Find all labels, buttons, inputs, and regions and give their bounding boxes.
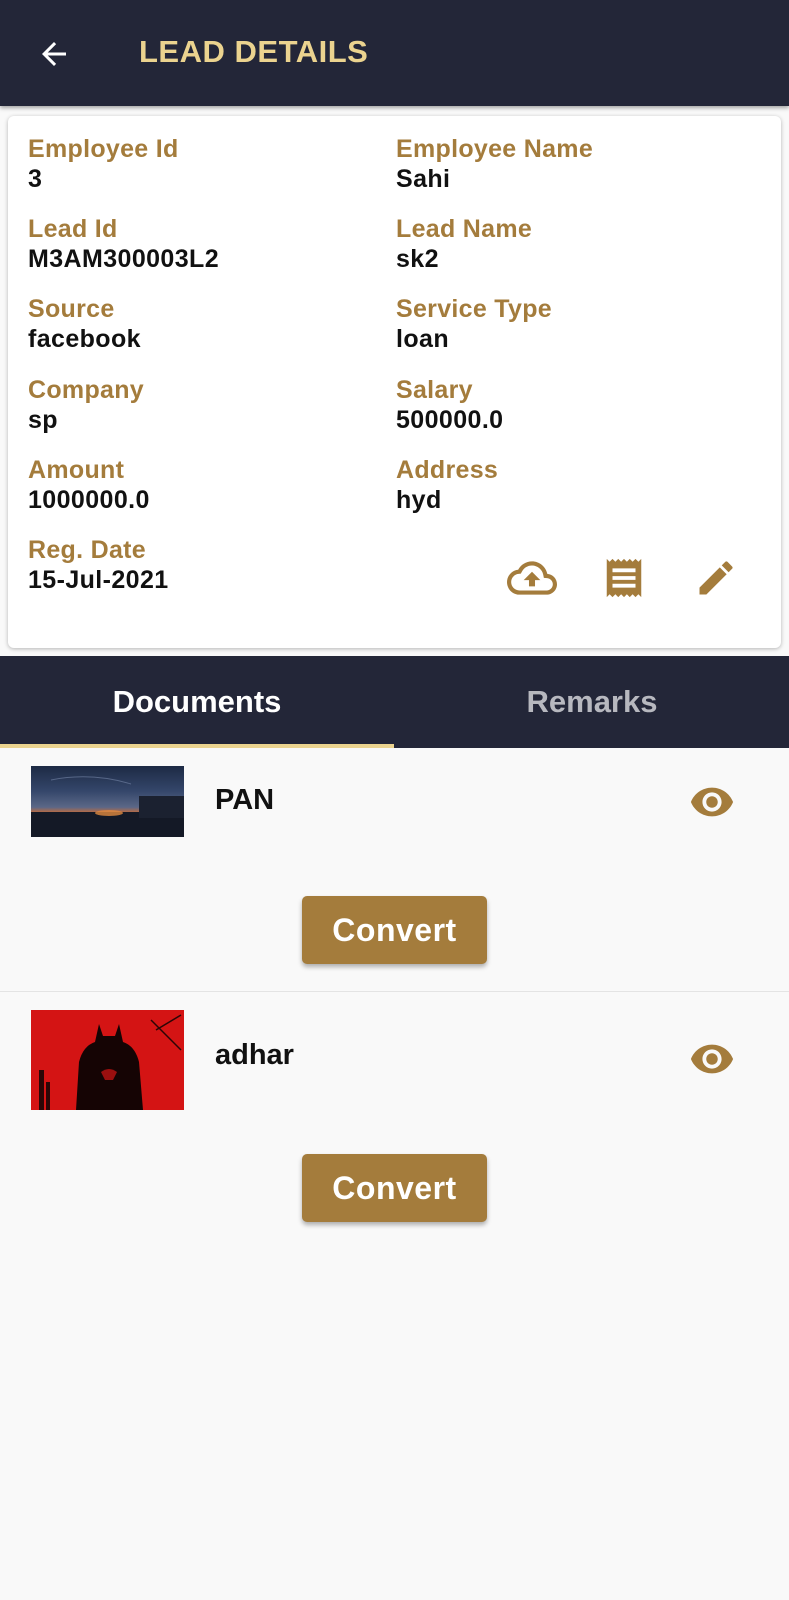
card-actions <box>8 550 781 606</box>
lead-id-field: Lead Id M3AM300003L2 <box>28 214 219 274</box>
salary-value: 500000.0 <box>396 406 504 434</box>
edit-button[interactable] <box>688 550 744 606</box>
service-type-label: Service Type <box>396 295 553 323</box>
source-label: Source <box>28 295 115 323</box>
service-type-field: Service Type loan <box>396 294 552 354</box>
address-field: Address hyd <box>396 455 498 515</box>
tab-documents[interactable]: Documents <box>0 656 394 748</box>
page-title: LEAD DETAILS <box>139 34 369 69</box>
arrow-left-icon <box>42 42 66 66</box>
company-value: sp <box>28 406 58 434</box>
lead-name-field: Lead Name sk2 <box>396 214 532 274</box>
back-button[interactable] <box>26 26 82 82</box>
company-field: Company sp <box>28 375 144 435</box>
lead-id-label: Lead Id <box>28 215 118 243</box>
employee-name-field: Employee Name Sahi <box>396 134 593 194</box>
source-field: Source facebook <box>28 294 141 354</box>
convert-button[interactable]: Convert <box>302 1154 487 1222</box>
document-name: adhar <box>215 1039 294 1071</box>
lead-id-value: M3AM300003L2 <box>28 245 220 273</box>
upload-button[interactable] <box>504 550 560 606</box>
tab-bar: Documents Remarks <box>0 656 789 748</box>
receipt-icon <box>606 558 642 598</box>
employee-id-value: 3 <box>28 165 43 193</box>
document-thumbnail[interactable] <box>31 1010 184 1110</box>
document-item-adhar: adhar Convert <box>0 748 789 1222</box>
lead-name-label: Lead Name <box>396 215 533 243</box>
amount-value: 1000000.0 <box>28 486 150 514</box>
tab-remarks[interactable]: Remarks <box>395 656 789 748</box>
receipt-button[interactable] <box>596 550 652 606</box>
upload-cloud-icon <box>507 561 557 595</box>
company-label: Company <box>28 376 145 404</box>
amount-label: Amount <box>28 456 125 484</box>
salary-label: Salary <box>396 376 473 404</box>
employee-id-field: Employee Id 3 <box>28 134 179 194</box>
source-value: facebook <box>28 325 141 353</box>
eye-icon <box>690 1044 734 1074</box>
employee-id-label: Employee Id <box>28 135 179 163</box>
employee-name-value: Sahi <box>396 165 451 193</box>
employee-name-label: Employee Name <box>396 135 594 163</box>
address-value: hyd <box>396 486 442 514</box>
view-document-button[interactable] <box>688 1035 736 1083</box>
address-label: Address <box>396 456 499 484</box>
app-bar: LEAD DETAILS <box>0 0 789 106</box>
edit-pencil-icon <box>699 561 733 595</box>
lead-details-card: Employee Id 3 Employee Name Sahi Lead Id… <box>8 116 781 648</box>
amount-field: Amount 1000000.0 <box>28 455 150 515</box>
batman-red-poster-image <box>31 1010 184 1110</box>
lead-name-value: sk2 <box>396 245 439 273</box>
salary-field: Salary 500000.0 <box>396 375 503 435</box>
service-type-value: loan <box>396 325 449 353</box>
